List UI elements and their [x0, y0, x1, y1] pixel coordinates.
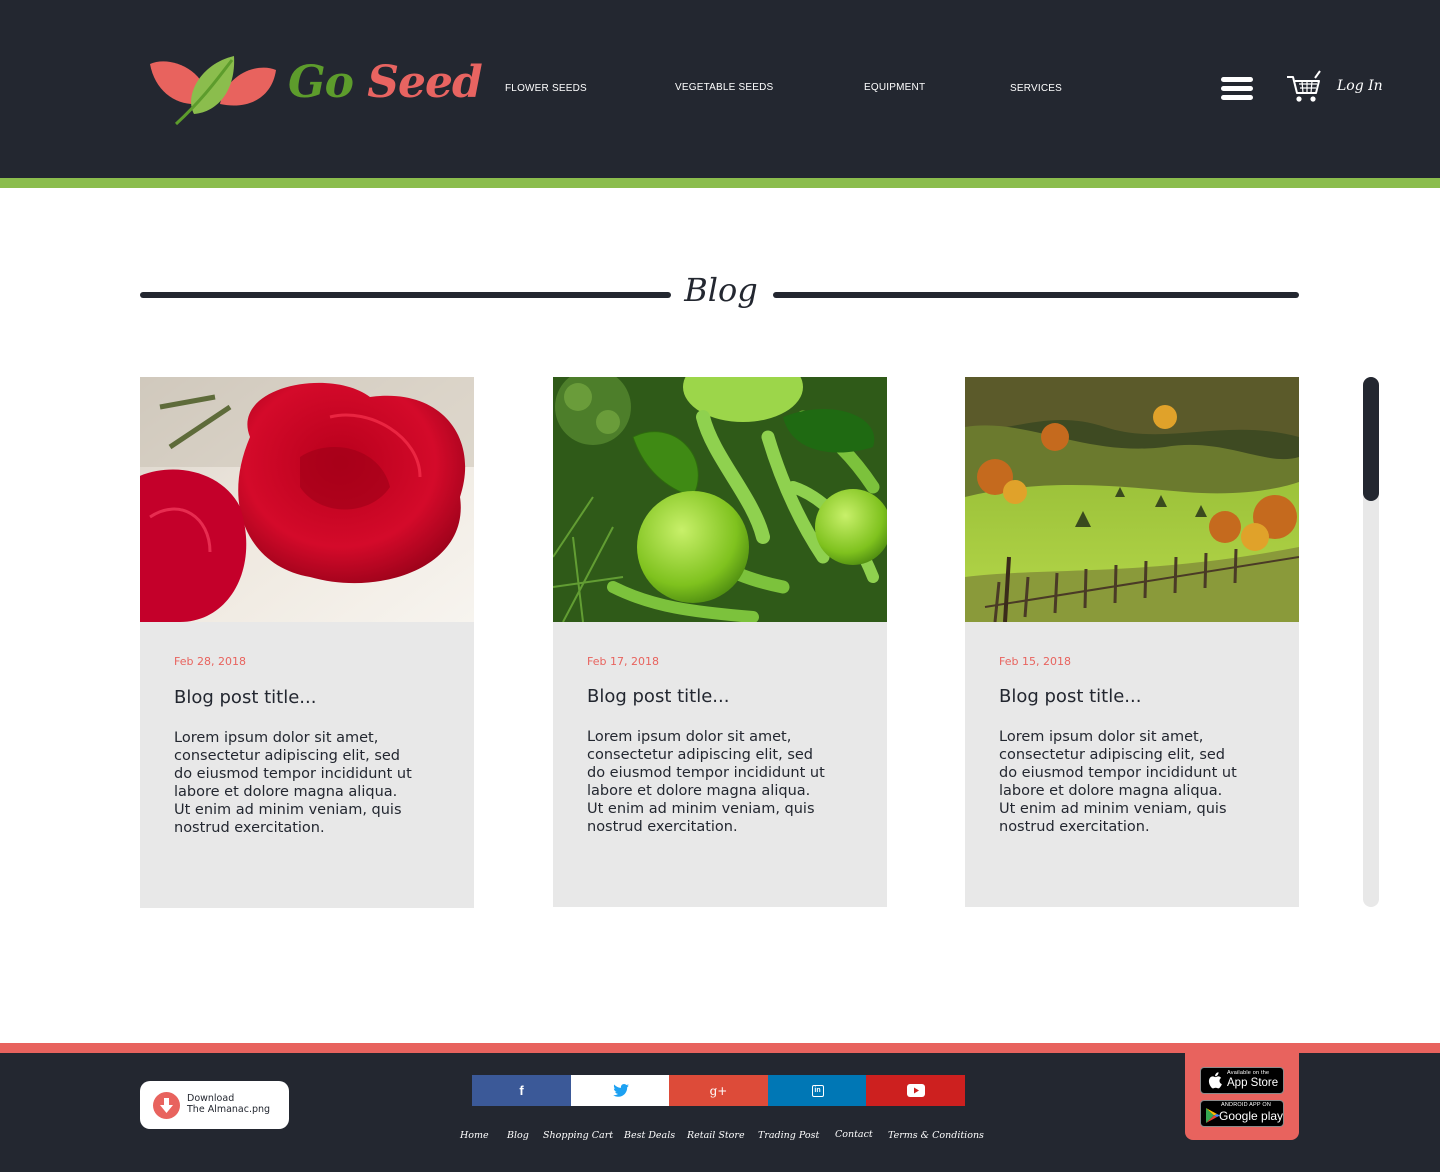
post-excerpt: Lorem ipsum dolor sit amet, consectetur …: [587, 729, 825, 835]
post-title[interactable]: Blog post title...: [999, 686, 1141, 707]
page-title: Blog: [684, 271, 758, 309]
blog-card-1[interactable]: Feb 28, 2018 Blog post title... Lorem ip…: [140, 377, 474, 908]
footer-link-shopping-cart[interactable]: Shopping Cart: [543, 1130, 613, 1141]
heading-rule-left: [140, 292, 671, 298]
post-date: Feb 15, 2018: [999, 655, 1071, 668]
footer-link-best-deals[interactable]: Best Deals: [624, 1130, 675, 1141]
post-date: Feb 28, 2018: [174, 655, 246, 668]
leaf-logo-icon: [150, 56, 276, 126]
shopping-cart-icon[interactable]: [1286, 70, 1322, 104]
login-link[interactable]: Log In: [1337, 78, 1383, 94]
google-play-icon: [1206, 1108, 1220, 1123]
youtube-icon[interactable]: [866, 1075, 965, 1106]
blog-image-green-vegetables: [553, 377, 887, 622]
blog-card-3[interactable]: Feb 15, 2018 Blog post title... Lorem ip…: [965, 377, 1299, 907]
carousel-scrollbar-thumb[interactable]: [1363, 377, 1379, 501]
brand-name: Go Seed: [288, 57, 483, 108]
blog-image-red-roses: [140, 377, 474, 622]
footer-link-retail-store[interactable]: Retail Store: [687, 1130, 745, 1141]
blog-card-2[interactable]: Feb 17, 2018 Blog post title... Lorem ip…: [553, 377, 887, 907]
footer-link-trading-post[interactable]: Trading Post: [758, 1130, 819, 1141]
footer-link-terms[interactable]: Terms & Conditions: [888, 1130, 984, 1141]
hamburger-menu-icon[interactable]: [1221, 77, 1253, 101]
linkedin-icon[interactable]: in: [768, 1075, 867, 1106]
footer-link-contact[interactable]: Contact: [835, 1129, 873, 1140]
google-play-badge[interactable]: ANDROID APP ON Google play: [1200, 1100, 1284, 1127]
facebook-icon[interactable]: f: [472, 1075, 571, 1106]
app-store-badge[interactable]: Available on the App Store: [1200, 1067, 1284, 1094]
footer-link-home[interactable]: Home: [460, 1130, 489, 1141]
download-arrow-icon: [153, 1092, 180, 1119]
post-excerpt: Lorem ipsum dolor sit amet, consectetur …: [174, 730, 412, 836]
post-date: Feb 17, 2018: [587, 655, 659, 668]
google-plus-icon[interactable]: g+: [669, 1075, 768, 1106]
nav-vegetable-seeds[interactable]: VEGETABLE SEEDS: [675, 82, 773, 93]
heading-rule-right: [773, 292, 1299, 298]
nav-flower-seeds[interactable]: FLOWER SEEDS: [505, 83, 587, 94]
twitter-icon[interactable]: [571, 1075, 670, 1106]
header-accent-stripe: [0, 178, 1440, 188]
site-logo[interactable]: Go Seed: [148, 52, 483, 126]
footer-accent-stripe: [0, 1043, 1440, 1053]
blog-image-countryside-landscape: [965, 377, 1299, 622]
nav-equipment[interactable]: EQUIPMENT: [864, 82, 925, 93]
download-label: Download The Almanac.png: [187, 1093, 271, 1115]
post-title[interactable]: Blog post title...: [174, 687, 316, 708]
apple-icon: [1208, 1072, 1222, 1089]
nav-services[interactable]: SERVICES: [1010, 83, 1062, 94]
post-excerpt: Lorem ipsum dolor sit amet, consectetur …: [999, 729, 1237, 835]
post-title[interactable]: Blog post title...: [587, 686, 729, 707]
footer-link-blog[interactable]: Blog: [507, 1130, 529, 1141]
